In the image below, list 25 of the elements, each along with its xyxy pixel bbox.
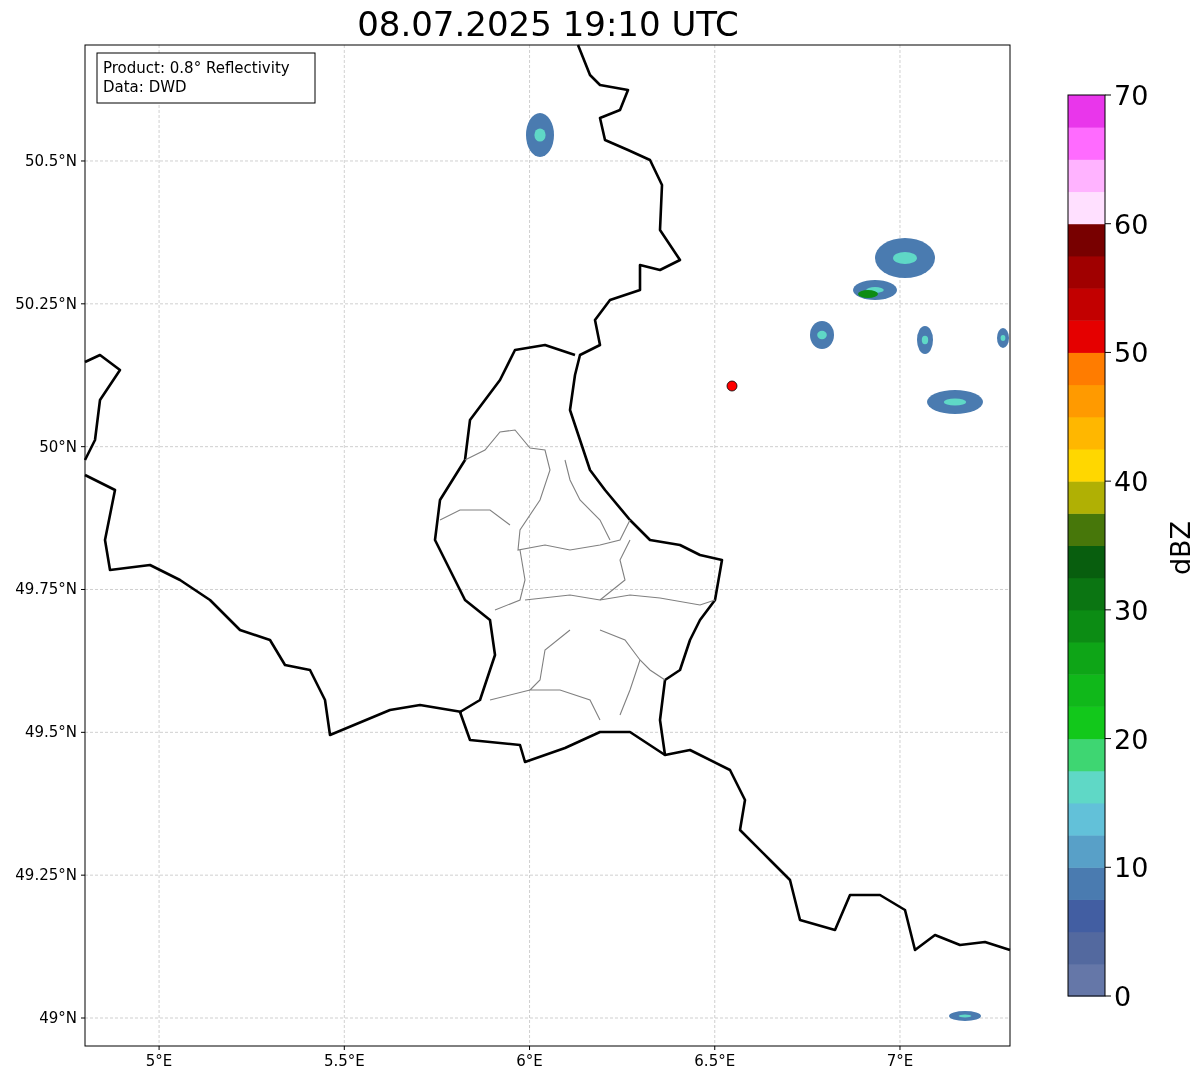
axis-tick-label: 49°N	[39, 1009, 77, 1027]
axis-tick-label: 6°E	[516, 1052, 543, 1070]
colorbar-tick-label: 30	[1114, 594, 1149, 626]
axis-tick-label: 50°N	[39, 437, 77, 456]
axis-tick-label: 6.5°E	[694, 1052, 736, 1070]
axis-tick-label: 49.75°N	[15, 580, 77, 599]
axis-tick-label: 50.25°N	[15, 294, 77, 313]
axis-tick-label: 50.5°N	[24, 152, 77, 170]
info-text: Product: 0.8° Reflectivity	[103, 59, 290, 77]
colorbar-tick-label: 60	[1114, 208, 1149, 240]
station-marker	[726, 380, 738, 392]
axis-tick-label: 49.5°N	[24, 723, 77, 742]
axis-tick-label: 5°E	[145, 1052, 173, 1070]
colorbar-tick-label: 20	[1114, 723, 1149, 755]
axis-tick-label: 5.5°E	[323, 1052, 365, 1070]
axis-tick-label: 7°E	[886, 1052, 914, 1070]
info-text: Data: DWD	[103, 78, 187, 96]
colorbar-tick-label: 0	[1114, 981, 1132, 1012]
colorbar-tick-label: 70	[1114, 80, 1149, 111]
axis-tick-label: 49.25°N	[15, 866, 77, 885]
colorbar-label: dBZ	[1165, 520, 1196, 576]
colorbar-tick-label: 40	[1114, 466, 1149, 498]
chart-title: 08.07.2025 19:10 UTC	[357, 4, 739, 44]
colorbar-tick-label: 50	[1114, 337, 1149, 369]
colorbar-tick-label: 10	[1114, 852, 1149, 884]
